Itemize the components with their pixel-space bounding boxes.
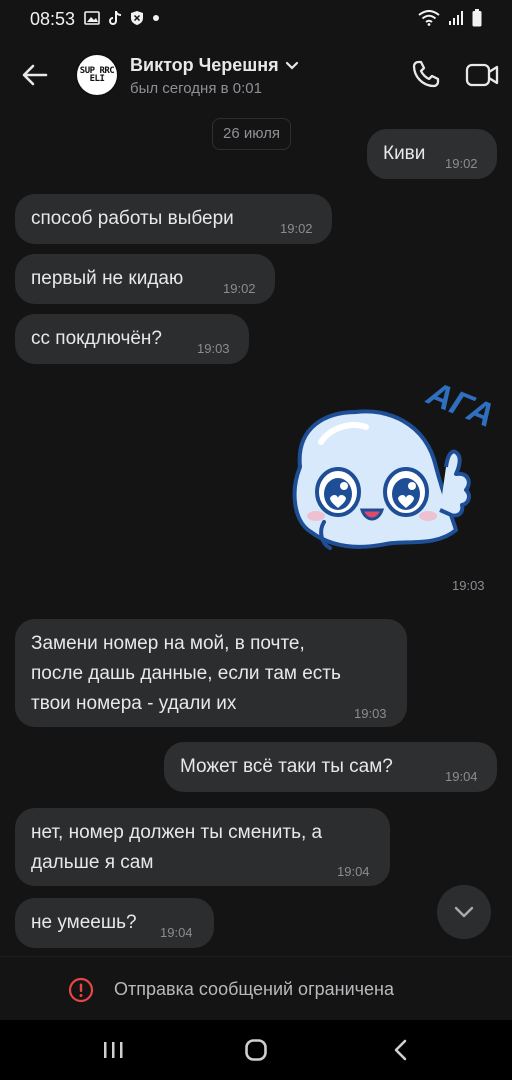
battery-icon [472,9,482,27]
message-bubble-in[interactable]: способ работы выбери 19:02 [15,194,332,244]
sticker-time: 19:03 [452,578,485,593]
message-text: Может всё таки ты сам? [180,756,393,777]
back-arrow-icon[interactable] [20,60,50,90]
message-time: 19:04 [160,925,193,940]
message-text: способ работы выбери [31,208,234,229]
message-time: 19:03 [197,341,230,356]
message-bubble-in[interactable]: сс покдлючён? 19:03 [15,314,249,364]
message-text: Замени номер на мой, в почте, после дашь… [31,629,341,719]
recent-apps-icon[interactable] [101,1040,125,1060]
last-seen-status: был сегодня в 0:01 [130,80,262,97]
message-line: твои номера - удали их [31,693,237,714]
message-bubble-out[interactable]: Киви 19:02 [367,129,497,179]
message-list[interactable]: 26 июля Киви 19:02 способ работы выбери … [0,112,512,952]
wifi-icon [418,10,440,26]
message-time: 19:02 [445,156,478,171]
message-time: 19:03 [354,706,387,721]
avatar[interactable]: SUP RRC ELI [75,53,119,97]
message-text: сс покдлючён? [31,328,162,349]
message-text: не умеешь? [31,912,137,933]
phone-icon[interactable] [410,58,442,90]
status-bar: 08:53 [0,0,512,38]
message-text: Киви [383,143,426,164]
alert-circle-icon [68,977,94,1003]
sticker-text: АГА [421,374,496,435]
home-icon[interactable] [244,1038,268,1062]
system-nav-bar [0,1020,512,1080]
message-bubble-in[interactable]: нет, номер должен ты сменить, а дальше я… [15,808,390,886]
ghost-sticker[interactable]: АГА [286,372,496,562]
back-nav-icon[interactable] [390,1038,410,1062]
message-bubble-out[interactable]: Может всё таки ты сам? 19:04 [164,742,497,792]
message-line: после дашь данные, если там есть [31,663,341,684]
date-separator: 26 июля [212,118,292,150]
status-left-icons [84,10,160,26]
restricted-text: Отправка сообщений ограничена [114,979,394,999]
message-bubble-in[interactable]: Замени номер на мой, в почте, после дашь… [15,619,407,727]
video-camera-icon[interactable] [465,60,499,90]
chat-header: SUP RRC ELI Виктор Черешня был сегодня в… [0,38,512,112]
message-line: нет, номер должен ты сменить, а [31,822,323,843]
shield-icon [131,11,143,25]
chevron-down-icon [454,906,474,918]
status-time: 08:53 [30,9,76,29]
tiktok-icon [109,10,122,25]
avatar-text: SUP RRC ELI [79,66,115,84]
message-text: первый не кидаю [31,268,184,289]
message-time: 19:02 [280,221,313,236]
messaging-restricted-bar: Отправка сообщений ограничена [0,956,512,1021]
status-right-icons [418,9,482,27]
message-bubble-in[interactable]: не умеешь? 19:04 [15,898,214,948]
gallery-icon [84,11,100,25]
message-time: 19:04 [337,864,370,879]
avatar-logo: SUP RRC ELI [77,55,117,95]
screen: 08:53 SUP RRC ELI Виктор Черешня был сег… [0,0,512,1080]
message-line: дальше я сам [31,852,154,873]
message-bubble-in[interactable]: первый не кидаю 19:02 [15,254,275,304]
message-line: Замени номер на мой, в почте, [31,633,305,654]
message-time: 19:02 [223,281,256,296]
contact-name[interactable]: Виктор Черешня [130,55,279,76]
message-text: нет, номер должен ты сменить, а дальше я… [31,818,322,878]
message-time: 19:04 [445,769,478,784]
scroll-to-bottom-button[interactable] [437,885,491,939]
signal-icon [449,11,463,25]
chevron-down-icon[interactable] [285,61,299,71]
dot-icon [153,15,159,21]
contact-title[interactable]: Виктор Черешня [130,55,299,76]
